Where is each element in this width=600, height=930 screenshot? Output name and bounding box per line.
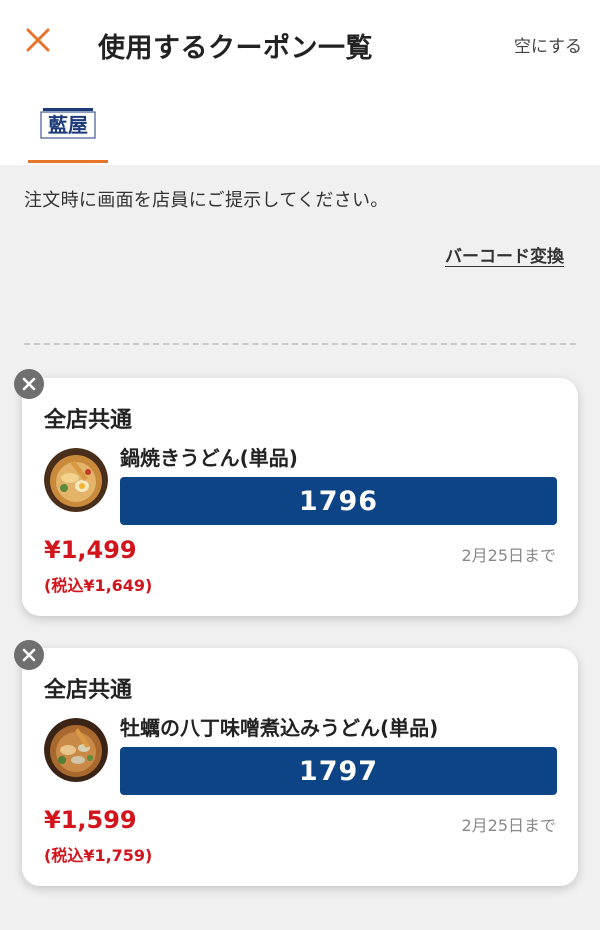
remove-coupon-button[interactable] — [14, 369, 44, 399]
close-icon — [26, 28, 50, 52]
remove-coupon-button[interactable] — [14, 640, 44, 670]
svg-text:藍屋: 藍屋 — [48, 113, 88, 137]
app-header: 使用するクーポン一覧 空にする 藍屋 — [0, 0, 600, 165]
coupon-scope: 全店共通 — [44, 408, 133, 433]
coupon-code: 1796 — [120, 477, 557, 525]
item-thumbnail — [44, 448, 108, 512]
shop-logo-icon: 藍屋 — [40, 108, 96, 139]
item-thumbnail — [44, 718, 108, 782]
tab-shop-aiya[interactable]: 藍屋 — [28, 100, 108, 162]
page-title: 使用するクーポン一覧 — [98, 33, 373, 64]
miso-nikomi-udon-image — [44, 718, 108, 782]
coupon-code: 1797 — [120, 747, 557, 795]
active-tab-indicator — [28, 160, 108, 163]
coupon-expiry: 2月25日まで — [461, 816, 556, 835]
coupon-item-name: 牡蠣の八丁味噌煮込みうどん(単品) — [120, 716, 439, 740]
barcode-convert-link[interactable]: バーコード変換 — [445, 242, 564, 267]
close-button[interactable] — [22, 24, 54, 56]
coupon-price: ¥1,499 — [44, 536, 137, 564]
coupon-card: 全店共通 牡蠣の八丁味噌煮込みうどん(単品) 1797 ¥1,599 (税込¥1… — [22, 648, 578, 886]
clear-button[interactable]: 空にする — [514, 32, 582, 57]
remove-icon — [22, 648, 36, 662]
coupon-item-name: 鍋焼きうどん(単品) — [120, 446, 298, 470]
coupon-tax-price: (税込¥1,759) — [44, 846, 153, 865]
coupon-price: ¥1,599 — [44, 806, 137, 834]
notice-text: 注文時に画面を店員にご提示してください。 — [24, 190, 389, 211]
coupon-expiry: 2月25日まで — [461, 546, 556, 565]
coupon-card: 全店共通 鍋焼きうどん(単品) 1796 ¥1,499 (税込¥1,649) 2… — [22, 378, 578, 616]
remove-icon — [22, 377, 36, 391]
coupon-scope: 全店共通 — [44, 678, 133, 703]
dashed-divider — [24, 343, 576, 345]
nabeyaki-udon-image — [44, 448, 108, 512]
coupon-tax-price: (税込¥1,649) — [44, 576, 153, 595]
